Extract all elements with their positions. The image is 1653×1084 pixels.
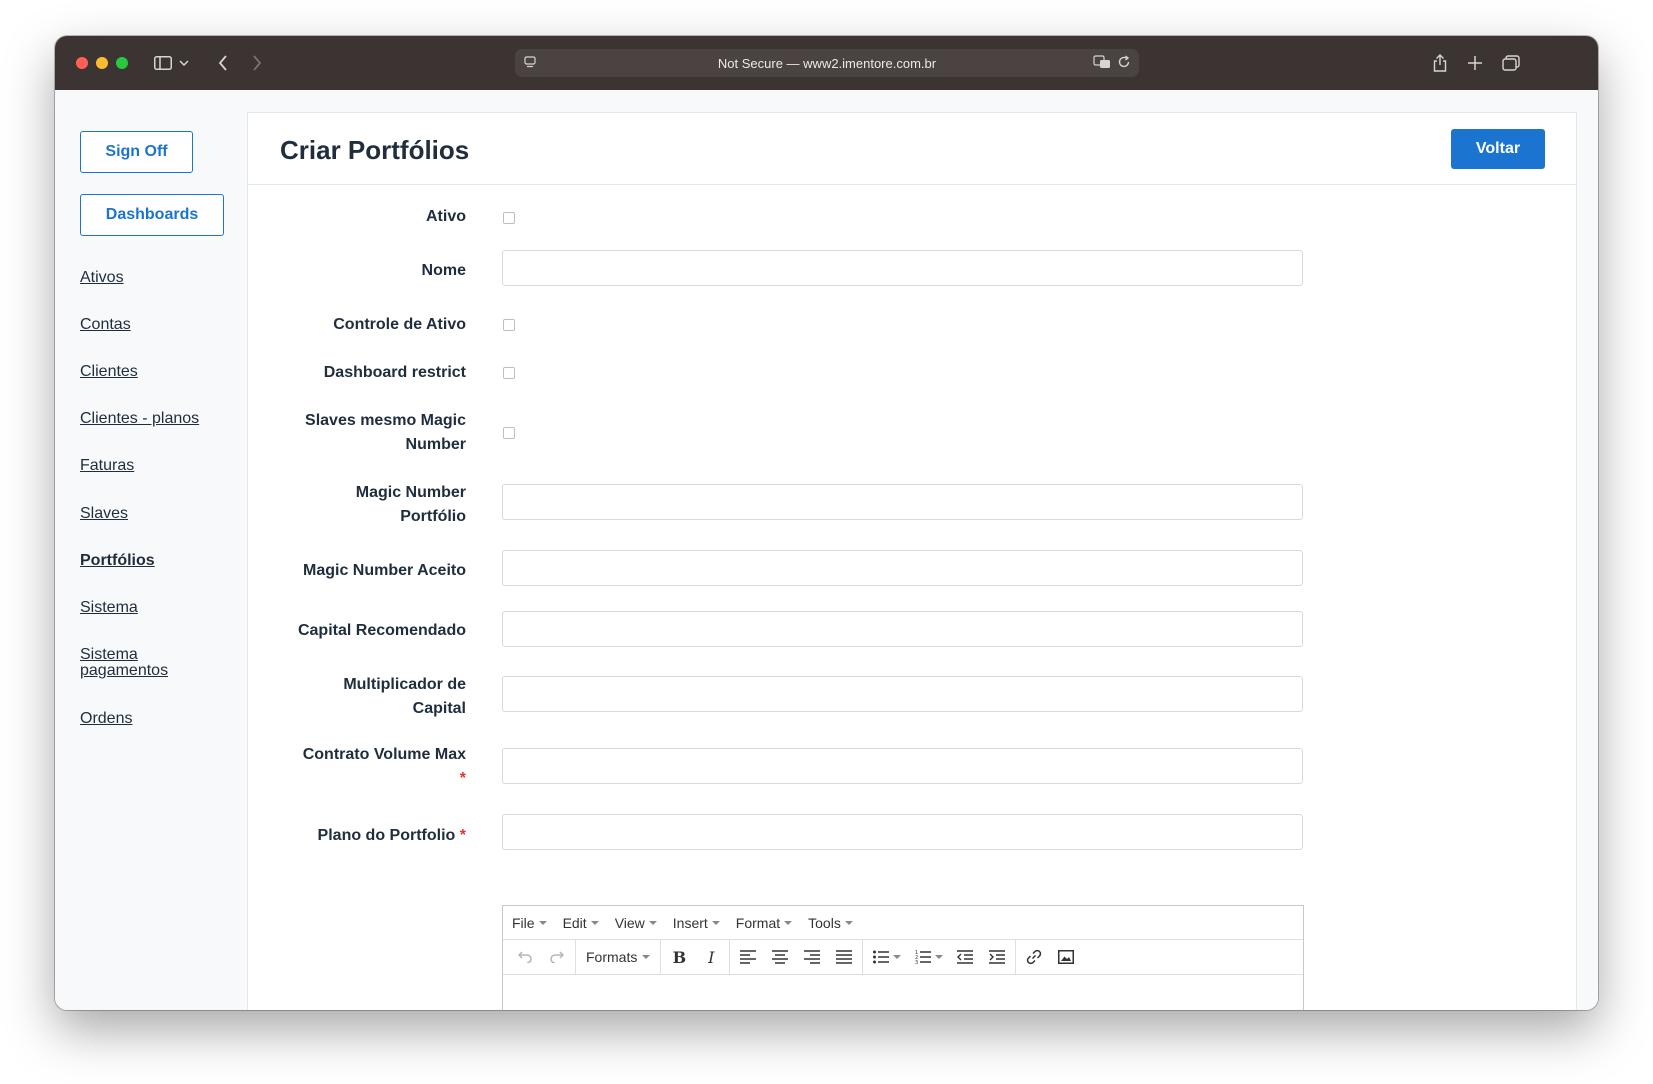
caret-icon — [642, 955, 651, 959]
chevron-down-icon[interactable] — [177, 50, 191, 76]
editor-body[interactable] — [503, 975, 1303, 1010]
svg-text:3: 3 — [915, 960, 918, 964]
multiplicador-input[interactable] — [502, 676, 1303, 712]
sidebar-item-contas[interactable]: Contas — [80, 317, 131, 333]
align-left-icon[interactable] — [732, 943, 764, 971]
sidebar-item-sistema[interactable]: Sistema — [80, 600, 138, 616]
browser-window: Not Secure — www2.imentore.com.br Sign O… — [55, 36, 1598, 1010]
controle-ativo-label: Controle de Ativo — [333, 316, 466, 333]
menu-tools[interactable]: Tools — [808, 915, 853, 931]
capital-recomendado-label: Capital Recomendado — [297, 622, 466, 639]
caret-icon — [590, 920, 599, 925]
toolbar-divider — [575, 940, 576, 974]
sidebar-toggle-icon[interactable] — [152, 50, 174, 76]
sidebar-item-ordens[interactable]: Ordens — [80, 711, 132, 727]
sidebar-item-ativos[interactable]: Ativos — [80, 270, 124, 286]
caret-icon — [844, 920, 853, 925]
controle-ativo-checkbox[interactable] — [503, 319, 515, 331]
sidebar-item-portfolios[interactable]: Portfólios — [80, 553, 155, 569]
share-icon[interactable] — [1431, 50, 1449, 76]
ativo-checkbox[interactable] — [503, 212, 515, 224]
slaves-magic-checkbox[interactable] — [503, 427, 515, 439]
nome-label: Nome — [421, 262, 466, 279]
align-center-icon[interactable] — [764, 943, 796, 971]
menu-edit[interactable]: Edit — [563, 915, 599, 931]
toolbar-divider — [862, 940, 864, 974]
menu-insert[interactable]: Insert — [673, 915, 720, 931]
page-menu-icon[interactable] — [523, 55, 537, 72]
contrato-volume-text: Contrato Volume Max — [302, 746, 466, 763]
caret-icon — [648, 920, 657, 925]
voltar-button[interactable]: Voltar — [1451, 129, 1545, 169]
new-tab-icon[interactable] — [1466, 50, 1484, 76]
slaves-magic-label: Slaves mesmo Magic Number — [305, 412, 466, 453]
close-window-button[interactable] — [76, 57, 88, 69]
undo-icon[interactable] — [509, 943, 541, 971]
redo-icon[interactable] — [541, 943, 573, 971]
zoom-window-button[interactable] — [116, 57, 128, 69]
sidebar-item-faturas[interactable]: Faturas — [80, 458, 134, 474]
editor-toolbar: Formats B I 1 2 3 — [503, 940, 1303, 975]
required-mark: * — [459, 827, 466, 844]
caret-icon — [711, 920, 720, 925]
outdent-icon[interactable] — [949, 943, 981, 971]
reload-icon[interactable] — [1117, 55, 1131, 72]
indent-icon[interactable] — [981, 943, 1013, 971]
link-icon[interactable] — [1018, 943, 1050, 971]
bullet-list-caret-icon[interactable] — [893, 955, 902, 959]
menu-view[interactable]: View — [615, 915, 657, 931]
italic-icon[interactable]: I — [695, 943, 727, 971]
url-text: Not Secure — www2.imentore.com.br — [717, 55, 937, 71]
browser-toolbar: Not Secure — www2.imentore.com.br — [55, 36, 1598, 90]
sidebar-item-clientes-planos[interactable]: Clientes - planos — [80, 411, 199, 427]
dashboard-restrict-label: Dashboard restrict — [323, 364, 466, 381]
plano-portfolio-text: Plano do Portfolio — [317, 827, 456, 844]
toolbar-divider — [660, 940, 662, 974]
magic-portfolio-label: Magic Number Portfólio — [355, 484, 466, 525]
card-header: Criar Portfólios Voltar — [248, 113, 1576, 185]
contrato-volume-input[interactable] — [502, 748, 1303, 784]
page-title: Criar Portfólios — [280, 135, 470, 165]
toolbar-divider — [729, 940, 731, 974]
sidebar-item-clientes[interactable]: Clientes — [80, 364, 138, 380]
menu-format[interactable]: Format — [736, 915, 793, 931]
address-bar[interactable]: Not Secure — www2.imentore.com.br — [515, 49, 1139, 77]
magic-portfolio-input[interactable] — [502, 484, 1303, 520]
bold-icon[interactable]: B — [663, 943, 695, 971]
caret-icon — [784, 920, 793, 925]
sign-off-button[interactable]: Sign Off — [80, 131, 193, 173]
dashboard-restrict-checkbox[interactable] — [503, 367, 515, 379]
nome-input[interactable] — [502, 250, 1303, 286]
numbered-list-caret-icon[interactable] — [935, 955, 944, 959]
magic-aceito-label: Magic Number Aceito — [303, 562, 466, 579]
capital-recomendado-input[interactable] — [502, 611, 1303, 647]
image-icon[interactable] — [1050, 943, 1082, 971]
dashboards-button[interactable]: Dashboards — [80, 194, 224, 236]
back-arrow-icon[interactable] — [215, 50, 231, 76]
ativo-label: Ativo — [426, 208, 466, 225]
main-card: Criar Portfólios Voltar Ativo Nome Contr… — [247, 112, 1577, 1010]
forward-arrow-icon[interactable] — [249, 50, 265, 76]
align-justify-icon[interactable] — [828, 943, 860, 971]
plano-portfolio-label: Plano do Portfolio * — [256, 824, 466, 848]
sidebar-item-slaves[interactable]: Slaves — [80, 506, 128, 522]
magic-aceito-input[interactable] — [502, 550, 1303, 586]
translate-icon[interactable] — [1093, 55, 1111, 72]
editor-menubar: File Edit View Insert Format Tools — [503, 906, 1303, 940]
minimize-window-button[interactable] — [96, 57, 108, 69]
toolbar-divider — [1015, 940, 1017, 974]
caret-icon — [538, 920, 547, 925]
rich-text-editor: File Edit View Insert Format Tools Forma… — [502, 905, 1304, 1010]
plano-portfolio-input[interactable] — [502, 814, 1303, 850]
formats-dropdown[interactable]: Formats — [578, 949, 658, 965]
tab-overview-icon[interactable] — [1501, 50, 1521, 76]
required-mark: * — [459, 770, 466, 787]
multiplicador-label: Multiplicador de Capital — [343, 676, 466, 717]
sidebar-item-sistema-pagamentos[interactable]: Sistema pagamentos — [80, 647, 180, 679]
menu-file[interactable]: File — [512, 915, 547, 931]
align-right-icon[interactable] — [796, 943, 828, 971]
contrato-volume-label: Contrato Volume Max * — [256, 743, 466, 791]
page-content: Sign Off Dashboards Ativos Contas Client… — [55, 90, 1598, 1010]
